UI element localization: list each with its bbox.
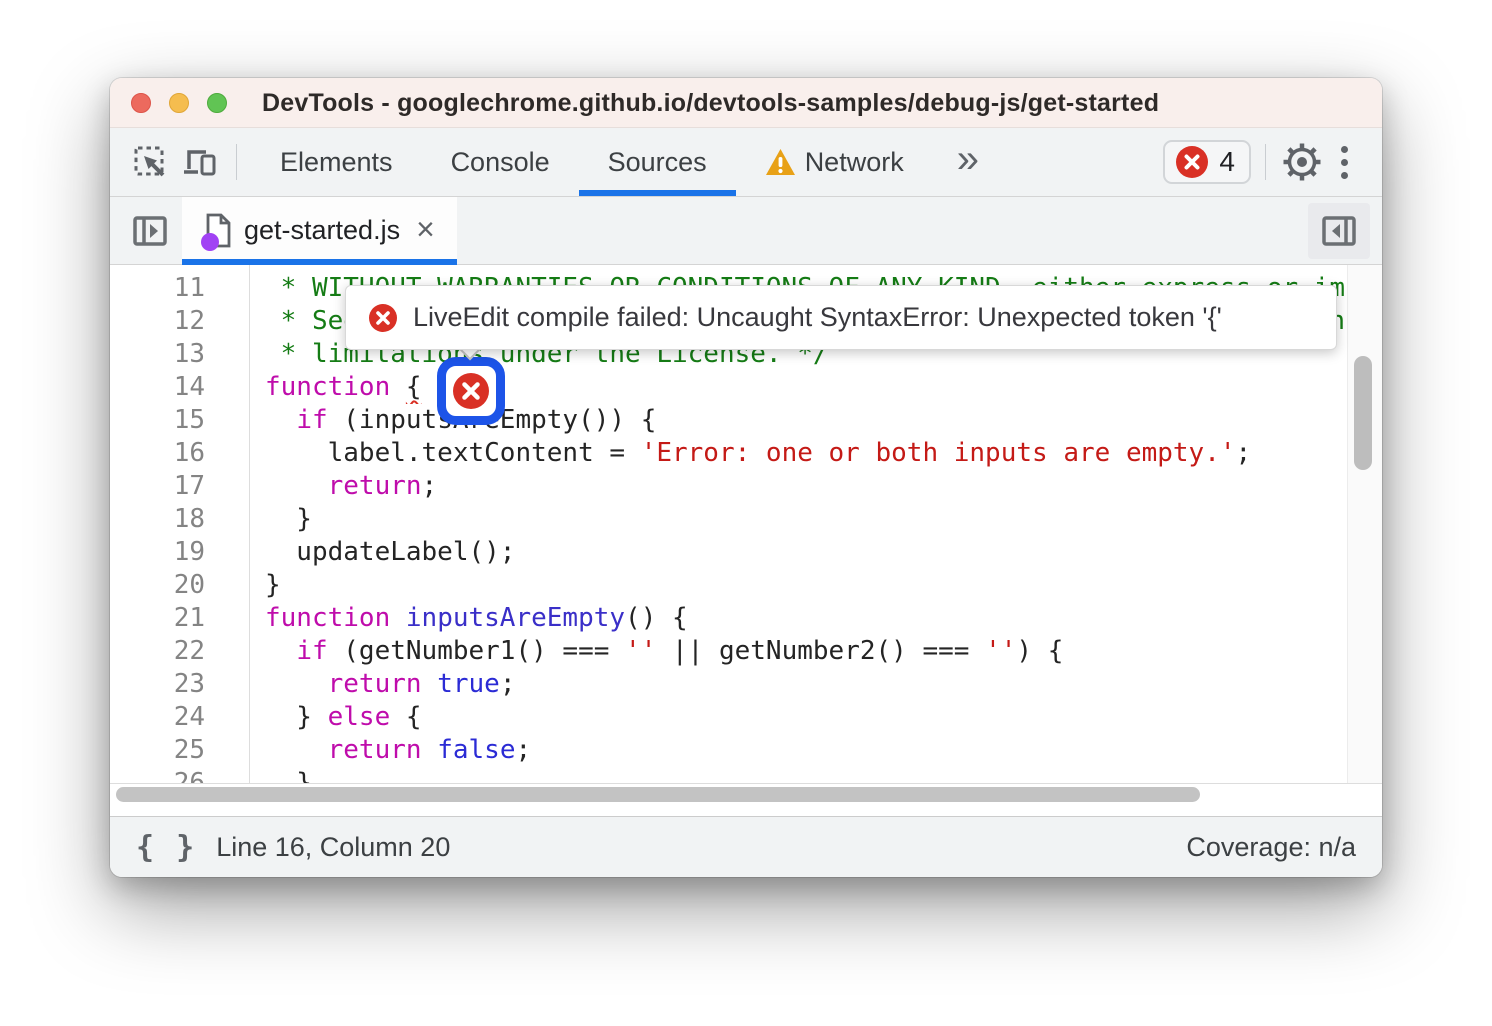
livedit-error-tooltip: LiveEdit compile failed: Uncaught Syntax… bbox=[345, 285, 1337, 350]
line-number[interactable]: 12 bbox=[110, 305, 205, 338]
line-number[interactable]: 19 bbox=[110, 536, 205, 569]
file-tab-get-started[interactable]: get-started.js × bbox=[182, 197, 457, 264]
traffic-lights bbox=[131, 93, 227, 113]
gear-icon bbox=[1281, 141, 1323, 183]
minimize-window-button[interactable] bbox=[169, 93, 189, 113]
kebab-menu-icon bbox=[1341, 146, 1348, 153]
code-line[interactable]: } bbox=[265, 767, 1346, 784]
code-line[interactable]: if (inputsAreEmpty()) { bbox=[265, 404, 1346, 437]
error-circle-icon bbox=[452, 372, 490, 410]
code-line[interactable]: if (getNumber1() === '' || getNumber2() … bbox=[265, 635, 1346, 668]
tab-network[interactable]: Network bbox=[736, 128, 933, 196]
line-number[interactable]: 23 bbox=[110, 668, 205, 701]
toggle-device-toolbar-button[interactable] bbox=[178, 140, 222, 184]
hide-debugger-sidebar-button[interactable] bbox=[1308, 203, 1370, 259]
line-number[interactable]: 25 bbox=[110, 734, 205, 767]
code-line[interactable]: label.textContent = 'Error: one or both … bbox=[265, 437, 1346, 470]
tab-label: Network bbox=[805, 147, 904, 178]
tab-label: Console bbox=[451, 147, 550, 178]
devtools-toolbar: Elements Console Sources Network » bbox=[110, 128, 1382, 197]
toolbar-divider bbox=[1265, 144, 1266, 180]
code-line[interactable]: } bbox=[265, 503, 1346, 536]
line-number[interactable]: 20 bbox=[110, 569, 205, 602]
file-icon bbox=[204, 213, 232, 249]
modified-dot-icon bbox=[201, 233, 219, 251]
line-number[interactable]: 18 bbox=[110, 503, 205, 536]
error-circle-icon bbox=[368, 303, 398, 333]
pretty-print-icon[interactable]: { } bbox=[136, 830, 196, 865]
vertical-scrollbar-thumb[interactable] bbox=[1354, 356, 1372, 470]
status-bar: { } Line 16, Column 20 Coverage: n/a bbox=[110, 816, 1382, 877]
line-number[interactable]: 26 bbox=[110, 767, 205, 784]
line-number[interactable]: 24 bbox=[110, 701, 205, 734]
file-tab-label: get-started.js bbox=[244, 215, 400, 246]
tab-label: Sources bbox=[608, 147, 707, 178]
device-toolbar-icon bbox=[181, 144, 219, 180]
tab-console[interactable]: Console bbox=[422, 128, 579, 196]
tab-elements[interactable]: Elements bbox=[251, 128, 422, 196]
close-tab-button[interactable]: × bbox=[416, 213, 435, 249]
line-number[interactable]: 15 bbox=[110, 404, 205, 437]
line-number[interactable]: 17 bbox=[110, 470, 205, 503]
coverage-status: Coverage: n/a bbox=[1186, 832, 1356, 863]
horizontal-scrollbar-thumb[interactable] bbox=[116, 787, 1200, 802]
code-line[interactable]: } else { bbox=[265, 701, 1346, 734]
console-error-badge[interactable]: 4 bbox=[1163, 140, 1251, 184]
line-number[interactable]: 13 bbox=[110, 338, 205, 371]
code-line[interactable]: return true; bbox=[265, 668, 1346, 701]
devtools-window: DevTools - googlechrome.github.io/devtoo… bbox=[110, 78, 1382, 877]
gutter-numbers: 11121314151617181920212223242526 bbox=[110, 272, 205, 784]
code-editor: 11121314151617181920212223242526 * WITHO… bbox=[110, 265, 1382, 784]
more-tabs-button[interactable]: » bbox=[933, 128, 1003, 196]
cursor-position: Line 16, Column 20 bbox=[216, 832, 450, 863]
line-number[interactable]: 14 bbox=[110, 371, 205, 404]
inspect-cursor-icon bbox=[132, 144, 168, 180]
show-navigator-button[interactable] bbox=[130, 211, 170, 251]
inline-error-icon[interactable] bbox=[437, 357, 505, 425]
window-title: DevTools - googlechrome.github.io/devtoo… bbox=[262, 78, 1159, 128]
tab-label: Elements bbox=[280, 147, 393, 178]
chevron-double-right-icon: » bbox=[957, 139, 979, 179]
line-number[interactable]: 16 bbox=[110, 437, 205, 470]
code-line[interactable]: } bbox=[265, 569, 1346, 602]
line-number[interactable]: 22 bbox=[110, 635, 205, 668]
title-bar: DevTools - googlechrome.github.io/devtoo… bbox=[110, 78, 1382, 128]
warning-icon bbox=[765, 148, 796, 176]
code-line[interactable]: updateLabel(); bbox=[265, 536, 1346, 569]
panel-expand-right-icon bbox=[131, 212, 169, 250]
error-circle-icon bbox=[1175, 145, 1209, 179]
sources-tab-strip: get-started.js × bbox=[110, 197, 1382, 265]
settings-button[interactable] bbox=[1280, 140, 1324, 184]
horizontal-scrollbar[interactable] bbox=[110, 784, 1382, 816]
code-line[interactable]: return false; bbox=[265, 734, 1346, 767]
toolbar-divider bbox=[236, 144, 237, 180]
inspect-element-button[interactable] bbox=[128, 140, 172, 184]
vertical-scrollbar[interactable] bbox=[1347, 265, 1382, 783]
line-number[interactable]: 21 bbox=[110, 602, 205, 635]
code-line[interactable]: function { bbox=[265, 371, 1346, 404]
error-count: 4 bbox=[1219, 146, 1235, 178]
line-number[interactable]: 11 bbox=[110, 272, 205, 305]
tooltip-message: LiveEdit compile failed: Uncaught Syntax… bbox=[413, 302, 1222, 333]
panel-collapse-left-icon bbox=[1319, 211, 1359, 251]
code-line[interactable]: function inputsAreEmpty() { bbox=[265, 602, 1346, 635]
code-line[interactable]: return; bbox=[265, 470, 1346, 503]
customize-devtools-button[interactable] bbox=[1324, 140, 1364, 184]
tab-sources[interactable]: Sources bbox=[579, 128, 736, 196]
close-window-button[interactable] bbox=[131, 93, 151, 113]
line-number-gutter: 11121314151617181920212223242526 bbox=[110, 265, 250, 783]
zoom-window-button[interactable] bbox=[207, 93, 227, 113]
